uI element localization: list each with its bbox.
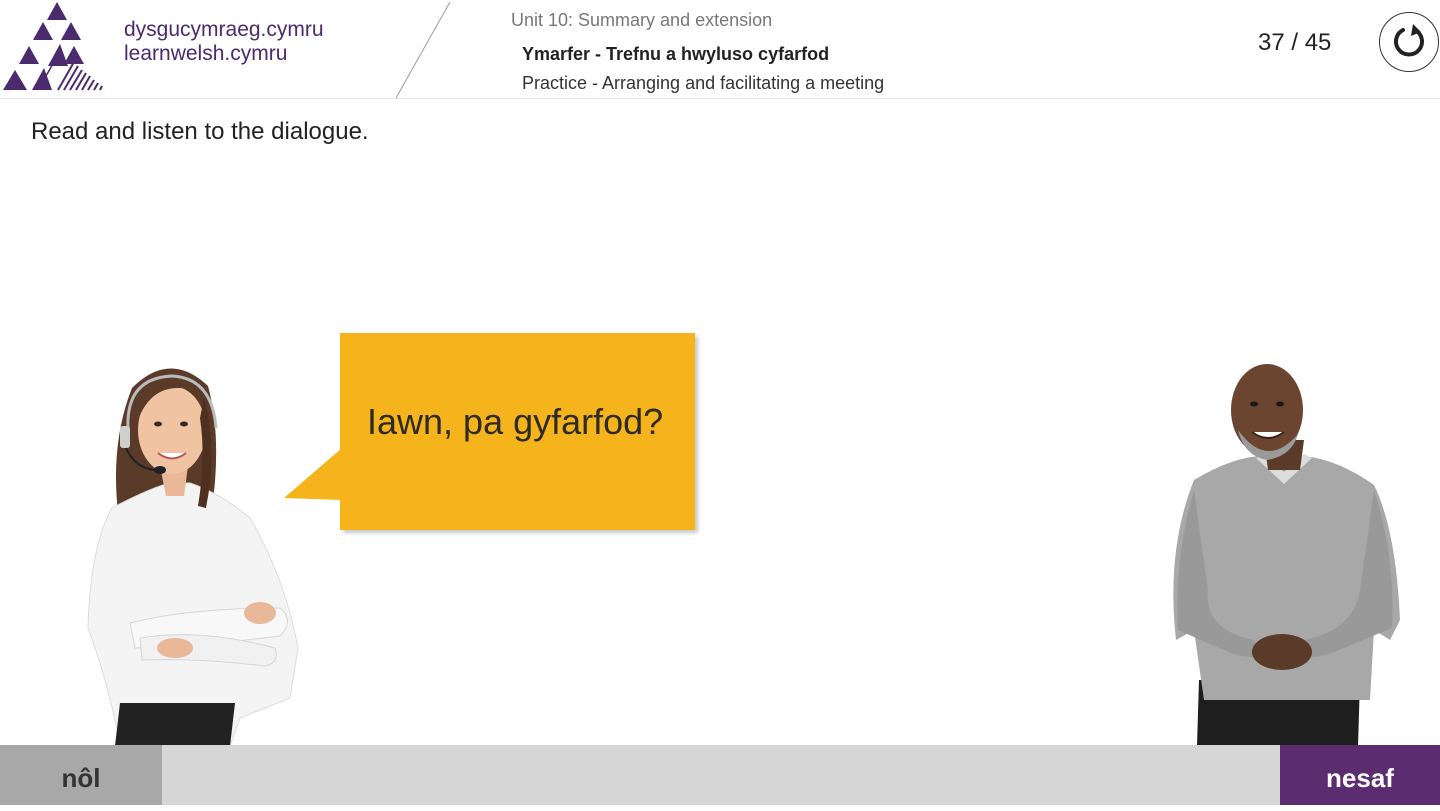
instruction-text: Read and listen to the dialogue.	[31, 118, 369, 145]
speaker-man-image	[1173, 364, 1400, 746]
header-divider	[395, 1, 451, 99]
speech-bubble: Iawn, pa gyfarfod?	[340, 333, 695, 530]
brand-line-welsh: dysgucymraeg.cymru	[124, 18, 324, 41]
unit-title: Unit 10: Summary and extension	[511, 10, 773, 30]
lesson-title-english: Practice - Arranging and facilitating a …	[522, 73, 885, 93]
reload-icon	[1394, 24, 1424, 57]
header: dysgucymraeg.cymru learnwelsh.cymru Unit…	[0, 0, 1440, 99]
next-button[interactable]: nesaf	[1280, 745, 1440, 805]
bottom-nav-bar	[0, 745, 1440, 805]
reload-button[interactable]	[1379, 12, 1439, 72]
brand-name: dysgucymraeg.cymru learnwelsh.cymru	[124, 18, 324, 66]
logo-icon	[3, 2, 103, 91]
brand-line-english: learnwelsh.cymru	[124, 42, 288, 65]
back-button[interactable]: nôl	[0, 745, 162, 805]
page-counter: 37 / 45	[1258, 29, 1332, 56]
lesson-title-welsh: Ymarfer - Trefnu a hwyluso cyfarfod	[522, 44, 830, 64]
speaker-woman-image	[87, 368, 299, 746]
speech-bubble-tail	[284, 448, 342, 500]
speech-bubble-text: Iawn, pa gyfarfod?	[367, 401, 664, 442]
